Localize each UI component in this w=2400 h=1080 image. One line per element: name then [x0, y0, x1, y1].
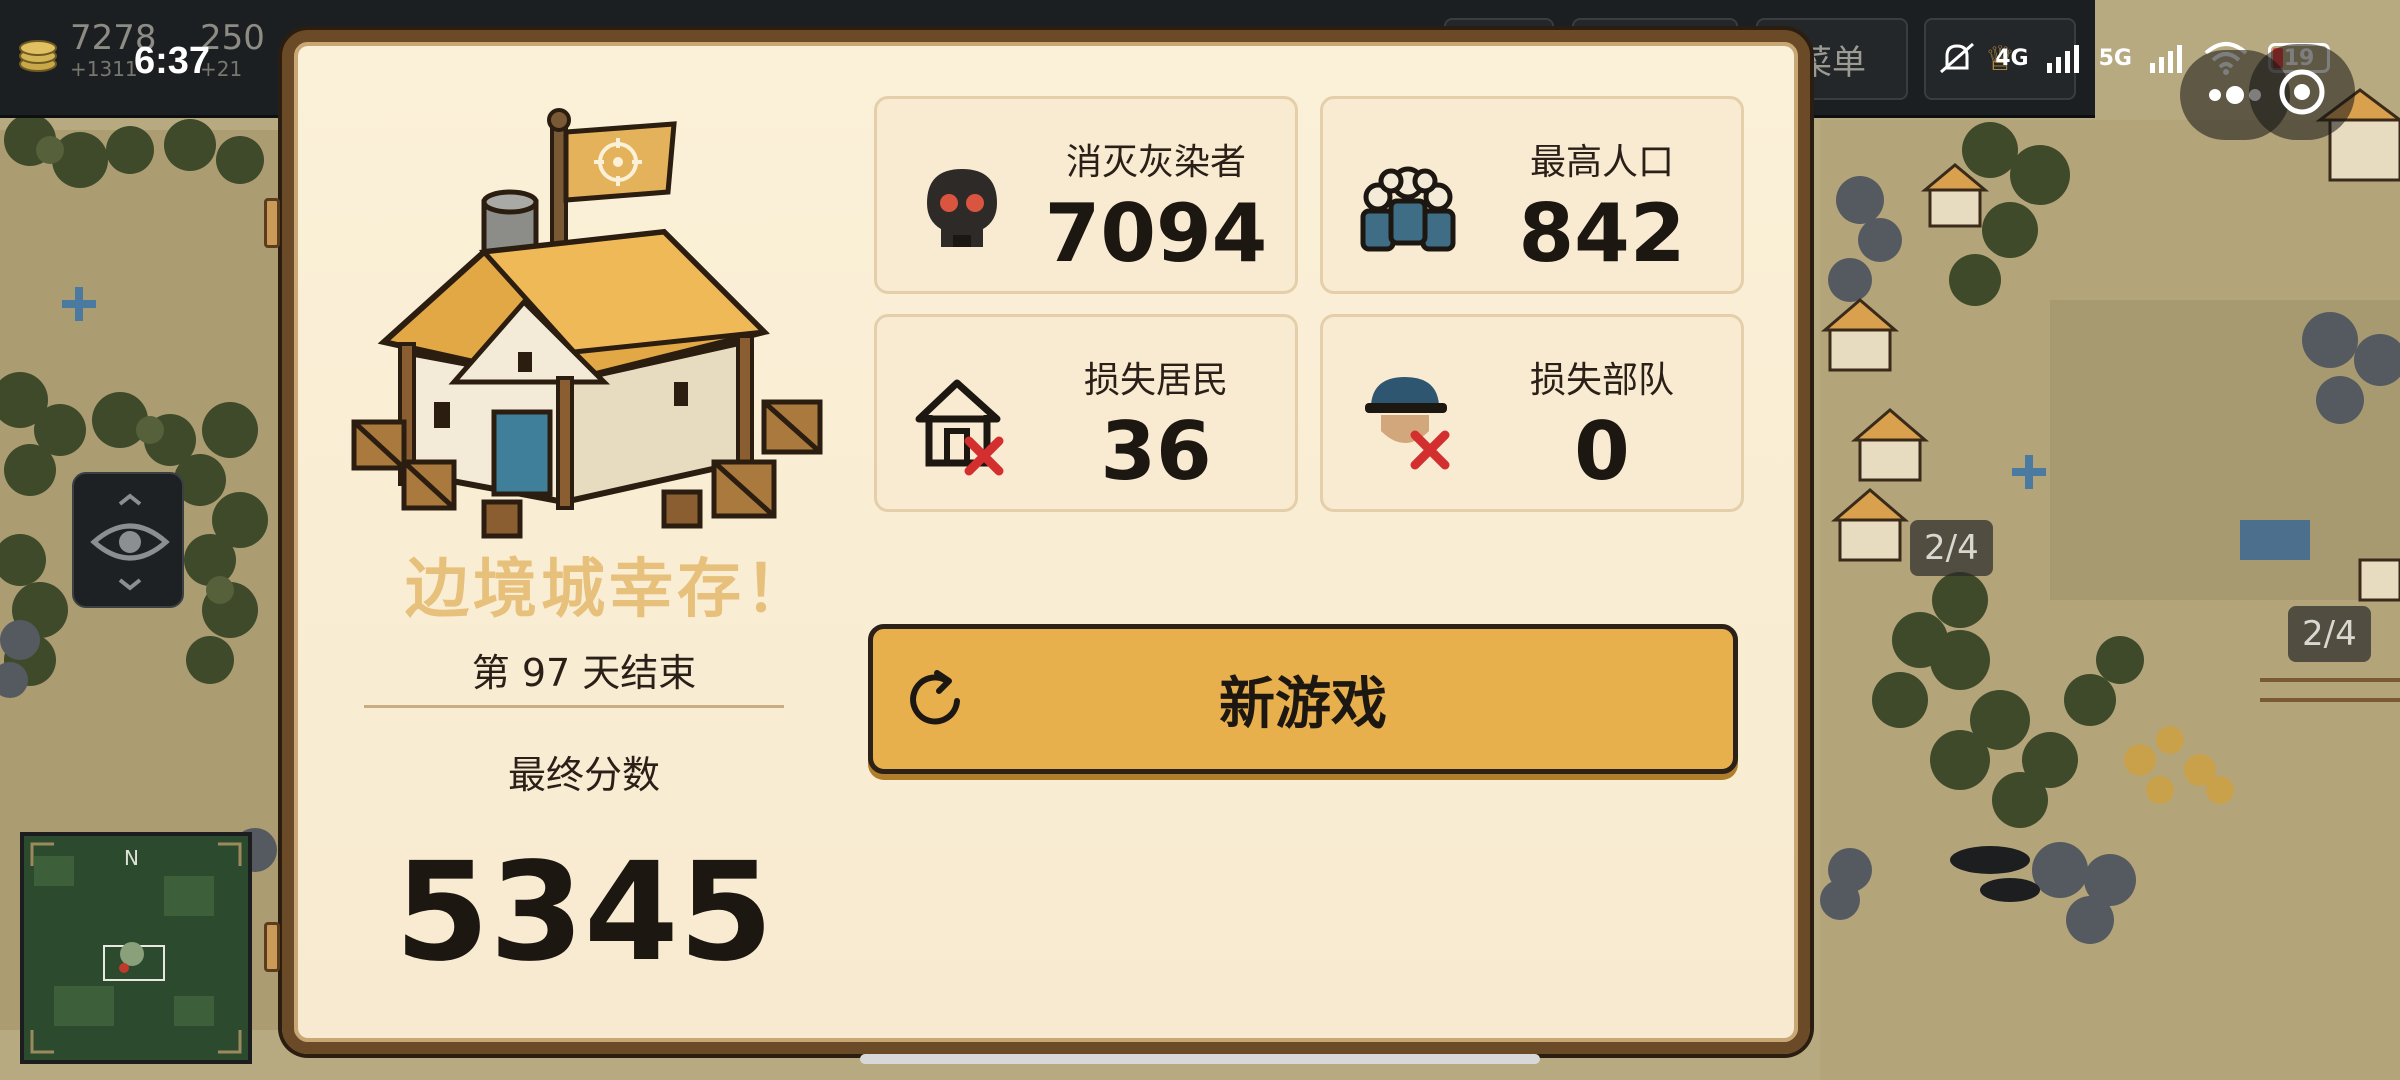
network-5g-label: 5G: [2098, 45, 2132, 71]
minimap[interactable]: N: [20, 832, 252, 1064]
eye-icon: [90, 493, 170, 591]
stat-card-lost-troops: 损失部队 0: [1320, 314, 1744, 512]
unit-count-badge: 2/4: [2288, 606, 2371, 662]
skull-icon: [927, 169, 997, 247]
final-score-label: 最终分数: [507, 753, 660, 797]
dialog-hinge: [264, 198, 280, 248]
clock-time: 6:37: [134, 40, 211, 82]
stat-value: 7094: [1044, 187, 1268, 280]
lost-house-icon: [915, 379, 1004, 476]
stat-label: 损失部队: [1529, 360, 1674, 401]
home-indicator[interactable]: [860, 1054, 1540, 1064]
new-game-label: 新游戏: [1219, 671, 1387, 737]
stat-label: 消灭灰染者: [1065, 142, 1246, 183]
restart-icon: [910, 670, 960, 725]
game-over-dialog: 边境城幸存！ 第 97 天结束 最终分数 5345 消灭灰染者 7094 最高人…: [264, 30, 1810, 1054]
stat-label: 损失居民: [1083, 360, 1228, 401]
view-toggle-control[interactable]: [72, 472, 184, 608]
signal-icon: [2150, 45, 2182, 73]
minimap-north-label: N: [124, 846, 139, 870]
target-close-icon: [2279, 69, 2325, 115]
mute-icon: [1940, 42, 1975, 74]
network-4g-label: 4G: [1995, 45, 2029, 71]
stat-card-kills: 消灭灰染者 7094: [874, 96, 1298, 294]
stat-label: 最高人口: [1529, 142, 1674, 183]
town-hall-illustration: [351, 108, 823, 539]
victory-title: 边境城幸存！: [405, 553, 813, 627]
lost-soldier-icon: [1365, 377, 1450, 470]
signal-icon: [2046, 45, 2079, 73]
stat-card-lost-residents: 损失居民 36: [874, 314, 1298, 512]
final-score-value: 5345: [394, 834, 774, 992]
stat-value: 0: [1574, 405, 1630, 498]
stat-card-population: 最高人口 842: [1320, 96, 1744, 294]
unit-count-badge: 2/4: [1910, 520, 1993, 576]
day-ended-text: 第 97 天结束: [471, 651, 697, 695]
dialog-hinge: [264, 922, 280, 972]
mini-program-close-button[interactable]: [2249, 44, 2355, 140]
coins-icon: [19, 40, 57, 72]
divider: [364, 705, 784, 708]
stat-value: 842: [1518, 187, 1686, 280]
stat-value: 36: [1100, 405, 1212, 498]
population-icon: [1360, 166, 1456, 252]
new-game-button[interactable]: 新游戏: [868, 624, 1738, 774]
